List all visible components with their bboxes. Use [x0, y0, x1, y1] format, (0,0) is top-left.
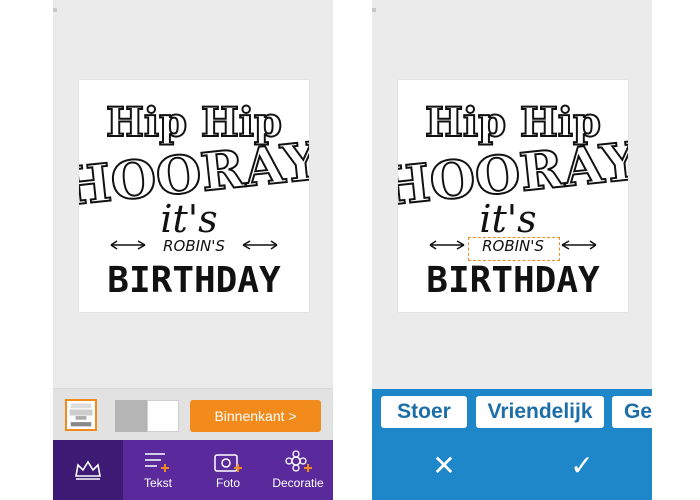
corner-marker [372, 8, 376, 12]
card-line-name: ROBIN'S [163, 237, 225, 255]
thumbnail-inside[interactable] [115, 400, 179, 432]
arrow-right-decor [242, 240, 278, 250]
arrow-left-decor [110, 240, 146, 250]
thumbnail-inside-left [115, 400, 147, 432]
action-bar: ✕ ✓ [372, 435, 652, 500]
card-line-birthday: BIRTHDAY [107, 260, 281, 301]
card-front[interactable]: Hip Hip HOORAY it's ROBIN'S BIRTHDAY [79, 80, 309, 312]
nav-decoration[interactable]: Decoratie [263, 440, 333, 500]
arrow-right-decor [561, 240, 597, 250]
decoration-add-icon [285, 450, 312, 472]
style-chip-vriendelijk[interactable]: Vriendelijk [476, 396, 604, 428]
card-front[interactable]: Hip Hip HOORAY it's ROBIN'S BIRTHDAY [398, 80, 628, 312]
confirm-button[interactable]: ✓ [562, 451, 602, 481]
photo-add-icon [214, 454, 242, 472]
text-selection-box[interactable] [468, 237, 560, 261]
thumbnail-front[interactable] [65, 399, 97, 431]
card-artwork: Hip Hip HOORAY it's ROBIN'S BIRTHDAY [398, 98, 628, 301]
card-line-birthday: BIRTHDAY [426, 260, 600, 301]
editor-screen-right: Hip Hip HOORAY it's ROBIN'S BIRTHDAY Sto… [372, 0, 652, 500]
style-chip-partial[interactable]: Ge [612, 396, 652, 428]
nav-text[interactable]: Tekst [123, 440, 193, 500]
nav-decoration-label: Decoratie [272, 476, 324, 490]
cancel-button[interactable]: ✕ [424, 451, 464, 481]
nav-home[interactable] [53, 440, 123, 500]
thumbnail-artwork [69, 403, 93, 427]
inside-button[interactable]: Binnenkant > [190, 400, 321, 432]
editor-screen-left: Hip Hip HOORAY it's ROBIN'S BIRTHDAY Bin… [53, 0, 333, 500]
nav-text-label: Tekst [143, 476, 172, 490]
corner-marker [53, 8, 57, 12]
card-artwork: Hip Hip HOORAY it's ROBIN'S BIRTHDAY [79, 98, 309, 301]
nav-photo[interactable]: Foto [193, 440, 263, 500]
arrow-left-decor [429, 240, 465, 250]
card-line-its: it's [160, 197, 217, 241]
font-style-bar: Stoer Vriendelijk Ge [372, 389, 652, 435]
nav-photo-label: Foto [215, 476, 240, 490]
bottom-nav: Tekst Foto Decoratie [53, 440, 333, 500]
crown-icon [75, 460, 101, 480]
page-thumbnail-bar: Binnenkant > [53, 388, 333, 441]
style-chip-stoer[interactable]: Stoer [381, 396, 467, 428]
text-add-icon [145, 453, 169, 472]
card-line-its: it's [479, 197, 536, 241]
thumbnail-inside-right [147, 400, 179, 432]
